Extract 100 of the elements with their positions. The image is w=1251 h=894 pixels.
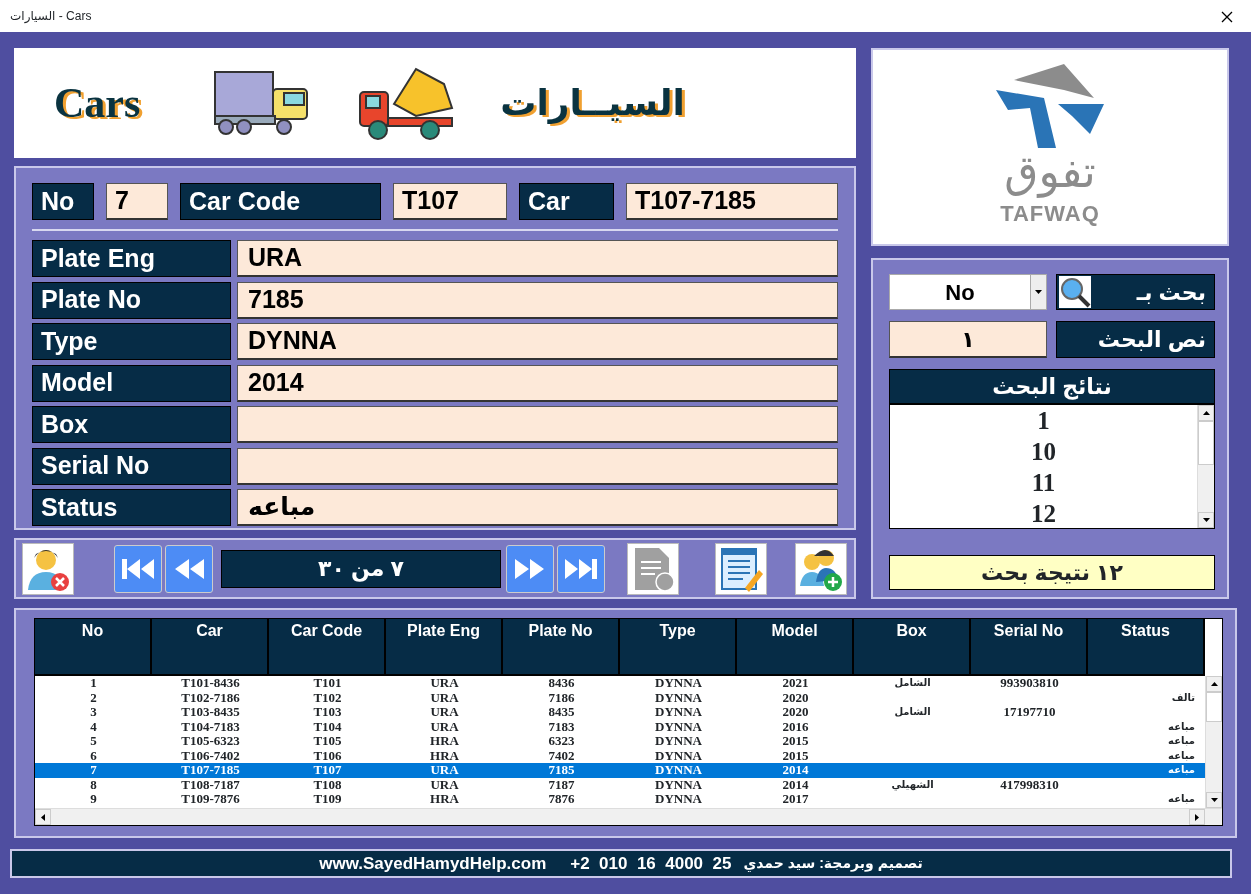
table-cell-text: 2020 <box>781 690 810 705</box>
table-cell-text: URA <box>429 705 460 720</box>
table-cell-text: T108-7187 <box>180 777 241 792</box>
list-item[interactable]: 12 <box>890 498 1197 529</box>
table-cell-text: URA <box>429 777 460 792</box>
scrollbar[interactable] <box>1197 405 1214 528</box>
input-field[interactable] <box>237 447 838 485</box>
left-arrow-icon[interactable] <box>41 813 45 821</box>
table-cell-text: T109-7876 <box>180 792 241 807</box>
table-cell-text: T101-8436 <box>180 676 241 691</box>
search-text-field[interactable]: ١ <box>889 321 1047 358</box>
search-by-label: بحث بـ <box>1136 278 1206 307</box>
table-cell-text: الشهيلي <box>890 777 935 792</box>
table-cell-text: مباعه <box>1167 748 1196 763</box>
column-header: Model <box>737 619 854 676</box>
table-cell-text: 2014 <box>781 763 810 778</box>
table-cell-text: 8436 <box>547 676 576 691</box>
table-cell-text: T107 <box>312 763 343 778</box>
input-field[interactable]: DYNNA <box>237 323 838 360</box>
table-cell-text: 2021 <box>781 676 810 691</box>
table-cell-text: 2 <box>89 690 98 705</box>
input-field[interactable]: 2014 <box>237 364 838 402</box>
list-item[interactable]: 10 <box>890 436 1197 467</box>
field-value: T107-7185 <box>626 183 838 220</box>
table-cell-text: 7183 <box>547 719 576 734</box>
table-cell-text: T105-6323 <box>180 734 241 749</box>
title-text: السيــارات <box>500 81 685 126</box>
table-cell-text: 2016 <box>781 719 810 734</box>
column-header: Car Code <box>269 619 386 676</box>
table-cell-text: الشامل <box>893 676 932 690</box>
field-label: Car Code <box>180 183 381 220</box>
column-header: Box <box>854 619 971 676</box>
column-header: Plate No <box>503 619 620 676</box>
table-cell-text: 4 <box>89 719 98 734</box>
table-cell-text: 6 <box>89 748 98 763</box>
list-item[interactable]: 1 <box>890 405 1197 436</box>
table-cell-text: DYNNA <box>654 676 703 691</box>
table-cell-text: 8 <box>89 777 98 792</box>
field-label: Serial No <box>32 447 231 485</box>
first-icon <box>120 556 156 581</box>
website-link[interactable]: www.SayedHamydHelp.com <box>319 850 547 877</box>
column-header: Plate Eng <box>386 619 503 676</box>
table-cell-text: URA <box>429 676 460 691</box>
first-button[interactable] <box>114 544 162 593</box>
column-header: Serial No <box>971 619 1088 676</box>
field-label: No <box>32 183 94 220</box>
table-cell-text: 7 <box>89 763 98 778</box>
list-item[interactable]: 11 <box>890 467 1197 498</box>
table-cell-text: DYNNA <box>654 748 703 763</box>
up-arrow-icon[interactable] <box>1210 682 1218 686</box>
scroll-thumb[interactable] <box>1198 421 1214 465</box>
field-label: Box <box>32 406 231 443</box>
logo-text: تفوق <box>1004 148 1096 197</box>
input-field[interactable]: URA <box>237 240 838 277</box>
report-button[interactable] <box>627 542 679 595</box>
table-cell-text: 7876 <box>547 792 576 807</box>
table-cell-text: 2015 <box>781 748 810 763</box>
table-cell-text: T107-7185 <box>180 763 241 778</box>
input-field[interactable]: مباعه <box>237 489 838 526</box>
field-label: Car <box>519 183 614 220</box>
right-arrow-icon[interactable] <box>1195 813 1199 821</box>
table-cell-text: 993903810 <box>999 676 1060 691</box>
table-cell-text: 7185 <box>547 763 576 778</box>
table-cell-text: 417998310 <box>999 777 1060 792</box>
table-cell-text: مباعه <box>1167 734 1196 748</box>
search-icon[interactable] <box>1059 276 1091 308</box>
delete-user-button[interactable] <box>22 542 74 595</box>
table-cell-text: 7187 <box>547 777 576 792</box>
table-cell-text: URA <box>429 763 460 778</box>
table-cell-text: 17197710 <box>1002 705 1057 720</box>
record-position: ٧ من ٣٠ <box>318 555 404 584</box>
table-cell-text: 3 <box>89 705 98 720</box>
search-text-label: نص البحث <box>1097 326 1206 354</box>
scroll-thumb[interactable] <box>1206 692 1222 722</box>
search-by-dropdown[interactable]: No <box>889 274 1047 310</box>
next-button[interactable] <box>506 544 554 593</box>
table-cell-text: T103 <box>312 705 343 720</box>
input-field[interactable] <box>237 406 838 443</box>
table-cell-text: DYNNA <box>654 705 703 720</box>
down-arrow-icon[interactable] <box>1202 518 1210 522</box>
table-cell-text: T105 <box>312 734 343 749</box>
table-cell-text: الشامل <box>893 705 932 719</box>
field-label: Model <box>32 364 231 402</box>
add-users-button[interactable] <box>795 542 847 595</box>
edit-button[interactable] <box>715 542 767 595</box>
up-arrow-icon[interactable] <box>1202 411 1210 415</box>
last-button[interactable] <box>557 544 605 593</box>
previous-button[interactable] <box>165 544 213 593</box>
scrollbar[interactable] <box>1205 676 1222 808</box>
last-icon <box>563 556 599 581</box>
down-arrow-icon[interactable] <box>1210 798 1218 802</box>
table-cell-text: HRA <box>429 734 460 749</box>
dropdown-arrow-icon[interactable] <box>1035 290 1042 294</box>
table-cell-text: DYNNA <box>654 734 703 749</box>
input-field[interactable]: 7185 <box>237 281 838 319</box>
table-cell-text: مباعه <box>1167 763 1196 777</box>
table-cell-text: T108 <box>312 777 343 792</box>
table-cell-text: DYNNA <box>654 719 703 734</box>
table-cell-text: 2015 <box>781 734 810 749</box>
scrollbar[interactable] <box>35 808 1222 825</box>
